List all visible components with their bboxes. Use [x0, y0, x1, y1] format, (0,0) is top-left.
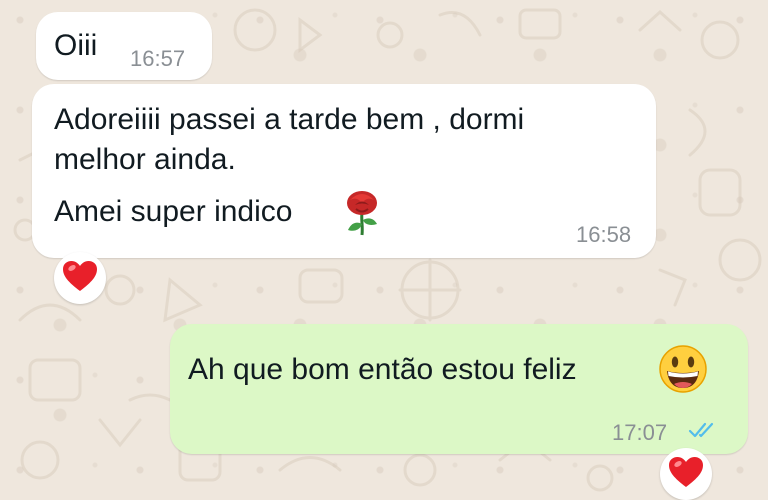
read-double-check-icon	[688, 420, 718, 445]
message-bubble-incoming[interactable]: Adoreiiii passei a tarde bem , dormi mel…	[32, 84, 656, 258]
message-time: 17:07	[612, 420, 668, 445]
heart-emoji	[62, 260, 98, 297]
message-text: Oiii	[54, 29, 98, 62]
reaction-badge[interactable]	[54, 252, 106, 304]
reaction-badge[interactable]	[660, 448, 712, 500]
message-text: Ah que bom então estou feliz	[188, 353, 577, 386]
message-text: melhor ainda.	[54, 143, 236, 176]
message-bubble-incoming[interactable]: Oiii 16:57	[36, 12, 212, 80]
message-text: Adoreiiii passei a tarde bem , dormi	[54, 103, 525, 136]
rose-emoji	[342, 190, 382, 241]
grinning-face-emoji	[658, 344, 708, 399]
heart-emoji	[668, 456, 704, 493]
message-time: 16:58	[576, 222, 632, 247]
message-time: 16:57	[130, 46, 186, 71]
message-bubble-outgoing[interactable]: Ah que bom então estou feliz 17:07	[170, 324, 748, 454]
message-text: Amei super indico	[54, 195, 293, 228]
